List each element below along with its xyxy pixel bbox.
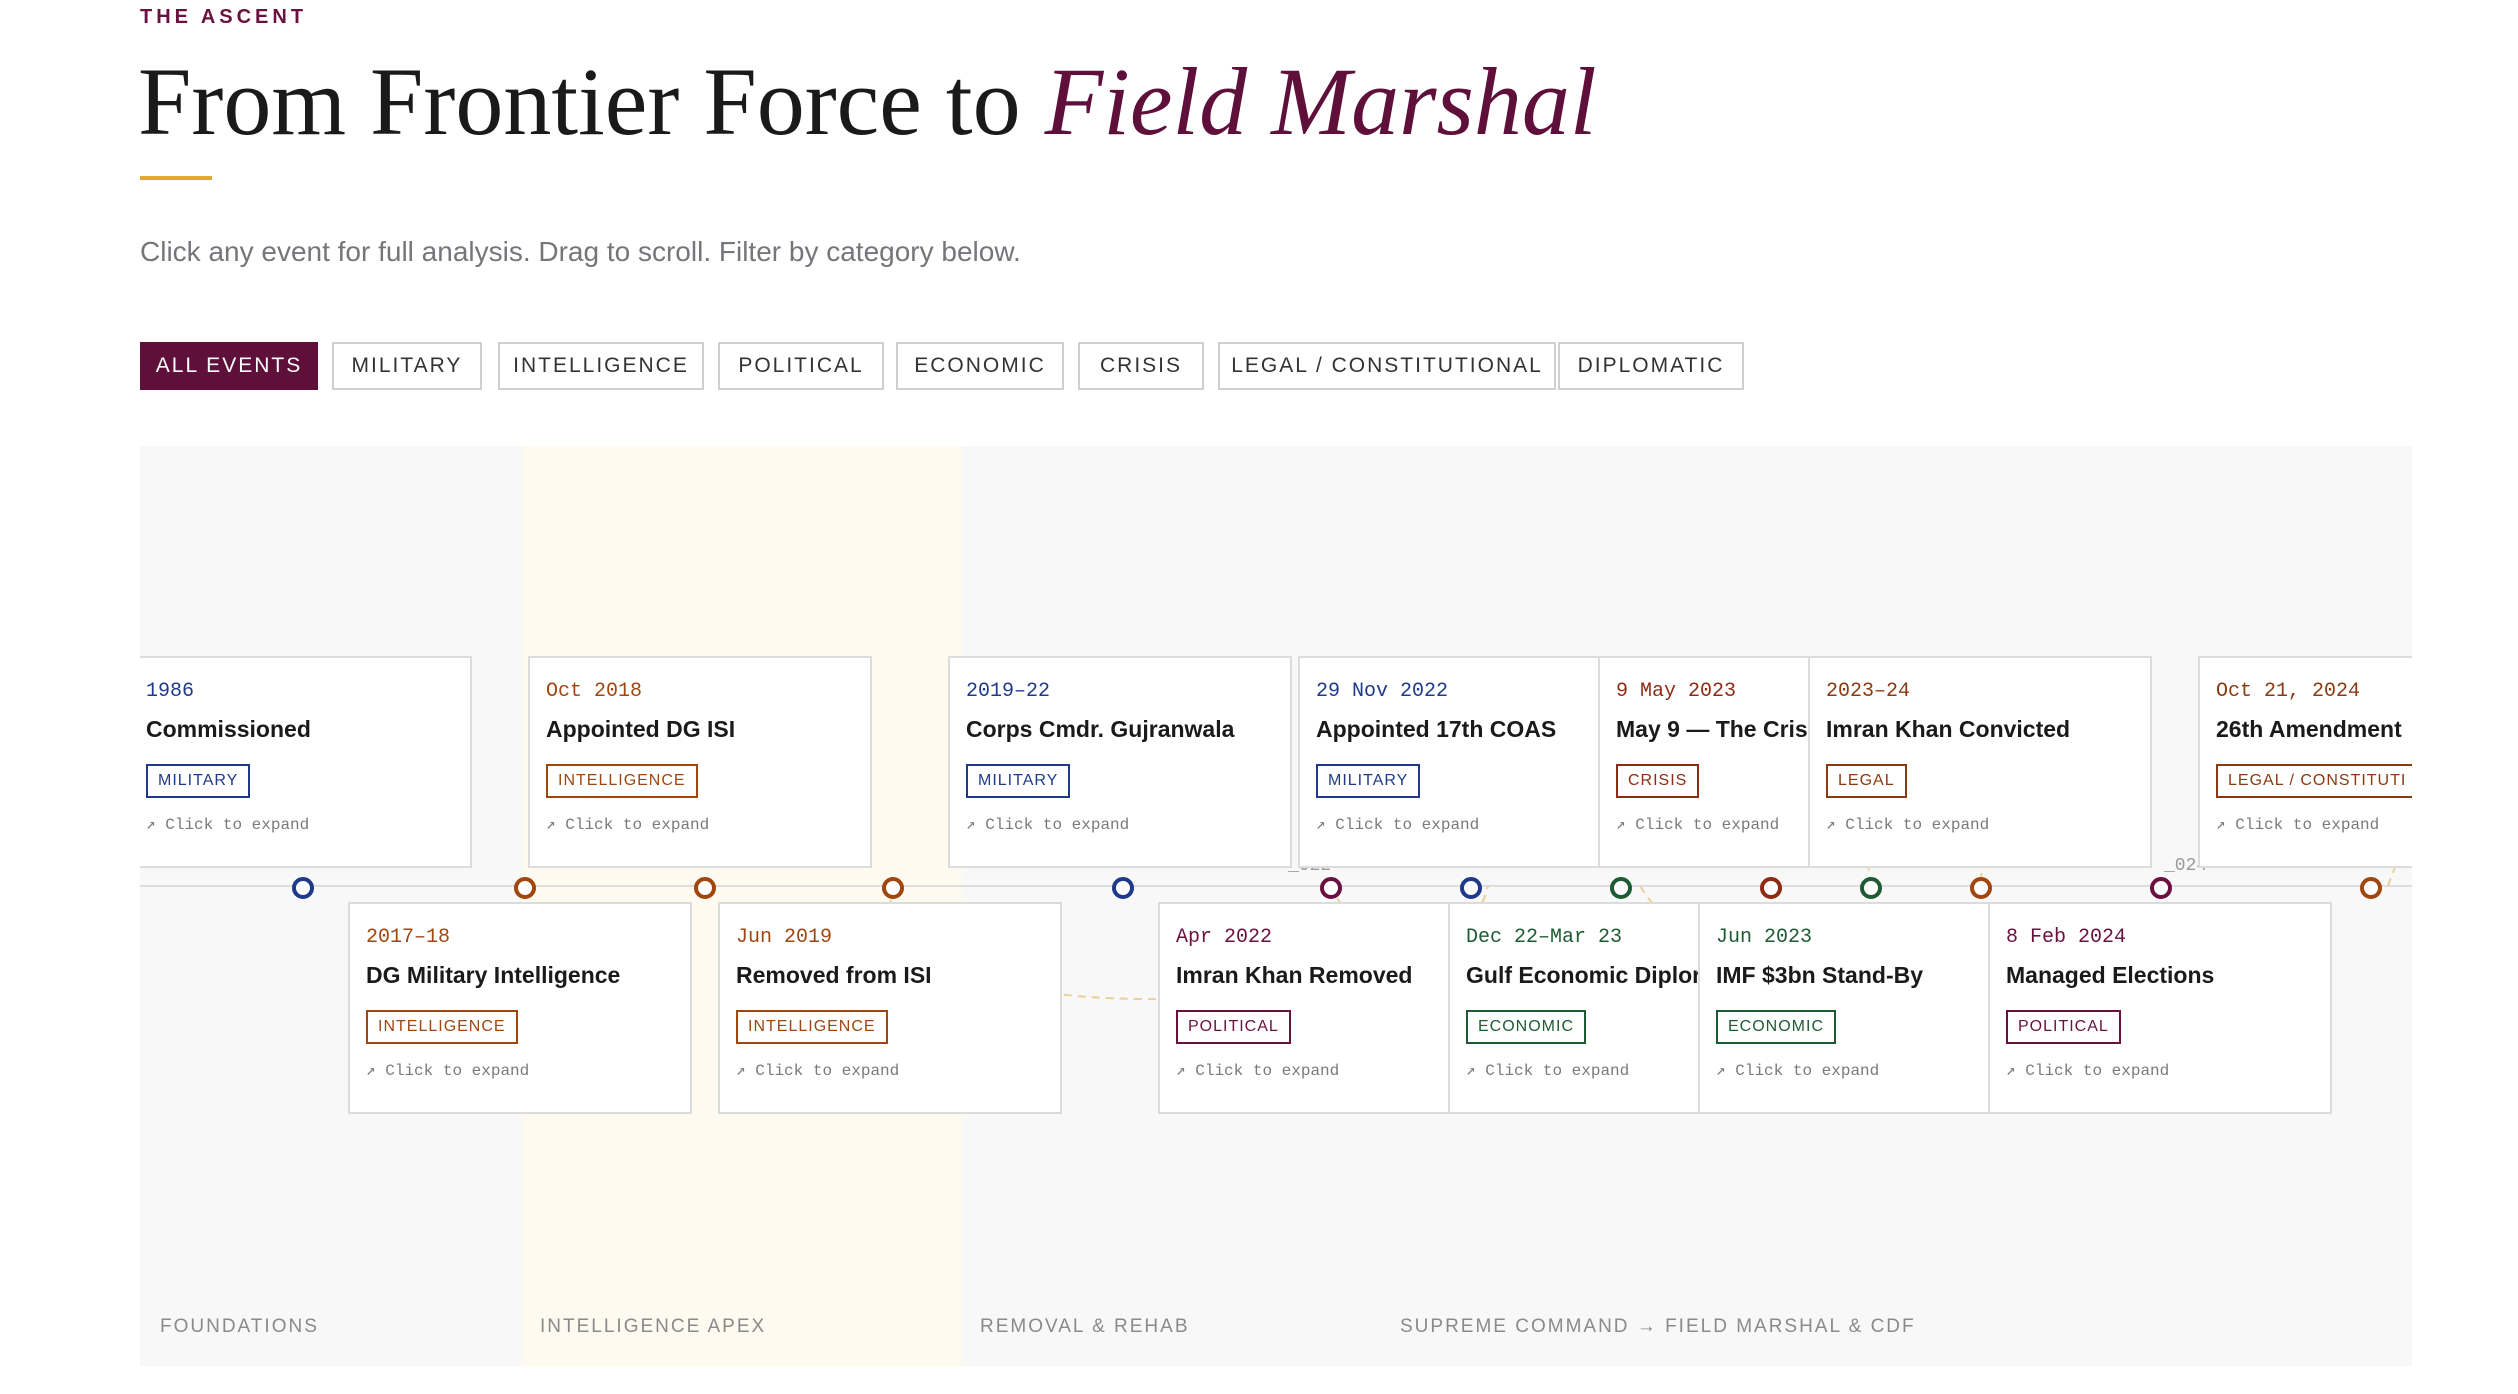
timeline-marker[interactable] [1860, 877, 1882, 899]
event-title: Managed Elections [2006, 962, 2215, 988]
era-label-supreme-command: SUPREME COMMAND → FIELD MARSHAL & CDF [1400, 1316, 1916, 1337]
event-title: 26th Amendment [2216, 716, 2402, 742]
event-title: Appointed 17th COAS [1316, 716, 1557, 742]
category-tag: LEGAL [1826, 764, 1907, 798]
timeline-marker[interactable] [694, 877, 716, 899]
instructions-text: Click any event for full analysis. Drag … [140, 236, 1021, 267]
timeline-marker[interactable] [1112, 877, 1134, 899]
category-tag: LEGAL / CONSTITUTI [2216, 764, 2412, 798]
event-card[interactable]: Jun 2019 Removed from ISI INTELLIGENCE ↗… [718, 902, 1062, 1114]
event-title: Removed from ISI [736, 962, 932, 988]
page-title: From Frontier Force to Field Marshal [138, 44, 1597, 160]
era-label-foundations: FOUNDATIONS [160, 1316, 319, 1337]
expand-hint: ↗ Click to expand [736, 1062, 900, 1080]
event-date: 8 Feb 2024 [2006, 926, 2127, 949]
category-tag: ECONOMIC [1716, 1010, 1836, 1044]
timeline-scroll-area[interactable]: _022 _024 2017–18 DG Military Intelligen… [140, 446, 2412, 1366]
event-title: DG Military Intelligence [366, 962, 621, 988]
category-tag: INTELLIGENCE [546, 764, 698, 798]
category-tag: MILITARY [966, 764, 1071, 798]
eyebrow-label: THE ASCENT [140, 6, 308, 28]
filter-military-button[interactable]: MILITARY [332, 342, 482, 390]
expand-hint: ↗ Click to expand [966, 816, 1130, 834]
expand-hint: ↗ Click to expand [546, 816, 710, 834]
expand-hint: ↗ Click to expand [366, 1062, 530, 1080]
expand-hint: ↗ Click to expand [1826, 816, 1990, 834]
timeline-marker[interactable] [882, 877, 904, 899]
filter-political-button[interactable]: POLITICAL [718, 342, 884, 390]
event-date: Oct 2018 [546, 680, 643, 703]
filter-all-events-button[interactable]: ALL EVENTS [140, 342, 318, 390]
event-card[interactable]: 8 Feb 2024 Managed Elections POLITICAL ↗… [1988, 902, 2332, 1114]
category-tag: POLITICAL [1176, 1010, 1291, 1044]
event-title: Commissioned [146, 716, 311, 742]
timeline-marker[interactable] [1760, 877, 1782, 899]
expand-hint: ↗ Click to expand [1176, 1062, 1340, 1080]
filter-intelligence-button[interactable]: INTELLIGENCE [498, 342, 704, 390]
category-tag: POLITICAL [2006, 1010, 2121, 1044]
expand-hint: ↗ Click to expand [1716, 1062, 1880, 1080]
event-card[interactable]: Oct 2018 Appointed DG ISI INTELLIGENCE ↗… [528, 656, 872, 868]
event-date: Jun 2019 [736, 926, 833, 949]
expand-hint: ↗ Click to expand [1316, 816, 1480, 834]
event-card[interactable]: 2017–18 DG Military Intelligence INTELLI… [348, 902, 692, 1114]
expand-hint: ↗ Click to expand [2006, 1062, 2170, 1080]
category-tag: ECONOMIC [1466, 1010, 1586, 1044]
event-title: Imran Khan Convicted [1826, 716, 2071, 742]
category-tag: INTELLIGENCE [736, 1010, 888, 1044]
event-card[interactable]: Oct 21, 2024 26th Amendment LEGAL / CONS… [2198, 656, 2412, 868]
era-label-removal-rehab: REMOVAL & REHAB [980, 1316, 1190, 1337]
timeline-marker[interactable] [1970, 877, 1992, 899]
filter-diplomatic-button[interactable]: DIPLOMATIC [1558, 342, 1744, 390]
title-main: From Frontier Force to [138, 48, 1045, 155]
category-tag: MILITARY [146, 764, 251, 798]
event-date: 1986 [146, 680, 195, 703]
event-date: 2017–18 [366, 926, 451, 949]
event-card[interactable]: 29 Nov 2022 Appointed 17th COAS MILITARY… [1298, 656, 1642, 868]
event-date: 29 Nov 2022 [1316, 680, 1449, 703]
event-date: Apr 2022 [1176, 926, 1273, 949]
expand-hint: ↗ Click to expand [2216, 816, 2380, 834]
event-date: 2019–22 [966, 680, 1051, 703]
event-card[interactable]: 2023–24 Imran Khan Convicted LEGAL ↗ Cli… [1808, 656, 2152, 868]
category-tag: INTELLIGENCE [366, 1010, 518, 1044]
title-underline [140, 176, 212, 180]
expand-hint: ↗ Click to expand [146, 816, 310, 834]
event-title: Appointed DG ISI [546, 716, 736, 742]
timeline-marker[interactable] [2150, 877, 2172, 899]
event-date: Oct 21, 2024 [2216, 680, 2361, 703]
timeline-marker[interactable] [1320, 877, 1342, 899]
category-tag: CRISIS [1616, 764, 1700, 798]
event-card[interactable]: 1986 Commissioned MILITARY ↗ Click to ex… [140, 656, 472, 868]
timeline-marker[interactable] [514, 877, 536, 899]
timeline-marker[interactable] [1610, 877, 1632, 899]
event-date: 2023–24 [1826, 680, 1911, 703]
timeline-marker[interactable] [292, 877, 314, 899]
event-title: IMF $3bn Stand-By [1716, 962, 1924, 988]
era-label-intelligence-apex: INTELLIGENCE APEX [540, 1316, 767, 1337]
filter-crisis-button[interactable]: CRISIS [1078, 342, 1204, 390]
filter-economic-button[interactable]: ECONOMIC [896, 342, 1064, 390]
timeline-marker[interactable] [1460, 877, 1482, 899]
title-accent: Field Marshal [1044, 48, 1597, 155]
timeline-marker[interactable] [2360, 877, 2382, 899]
event-card[interactable]: 2019–22 Corps Cmdr. Gujranwala MILITARY … [948, 656, 1292, 868]
event-title: Corps Cmdr. Gujranwala [966, 716, 1235, 742]
filter-legal-constitutional-button[interactable]: LEGAL / CONSTITUTIONAL [1218, 342, 1556, 390]
event-title: Imran Khan Removed [1176, 962, 1413, 988]
event-date: Jun 2023 [1716, 926, 1813, 949]
category-tag: MILITARY [1316, 764, 1421, 798]
